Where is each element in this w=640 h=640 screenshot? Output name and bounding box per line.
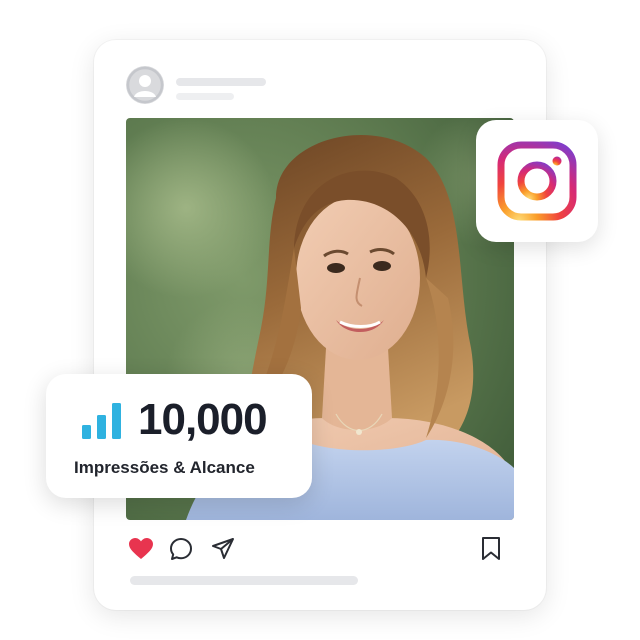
comment-button[interactable] (166, 534, 196, 564)
bar-chart-icon (82, 403, 121, 439)
avatar[interactable] (126, 66, 164, 104)
heart-icon (129, 538, 153, 559)
instagram-icon (497, 141, 577, 221)
caption-placeholder (130, 576, 358, 585)
username-placeholder (176, 78, 266, 86)
save-button[interactable] (476, 534, 506, 564)
stats-value: 10,000 (138, 395, 268, 444)
stats-card: 10,000 Impressões & Alcance (46, 374, 312, 498)
user-icon (126, 66, 164, 104)
stats-label: Impressões & Alcance (74, 458, 255, 477)
like-button[interactable] (126, 534, 156, 564)
stats-row: 10,000 (80, 394, 268, 446)
subtitle-placeholder (176, 93, 234, 100)
canvas: 10,000 Impressões & Alcance (0, 0, 640, 640)
comment-icon (170, 538, 192, 560)
share-button[interactable] (208, 534, 238, 564)
post-card (94, 40, 546, 610)
instagram-badge (476, 120, 598, 242)
send-icon (212, 538, 234, 559)
post-actions (126, 534, 516, 564)
post-header (126, 64, 426, 108)
bookmark-icon (482, 537, 500, 560)
